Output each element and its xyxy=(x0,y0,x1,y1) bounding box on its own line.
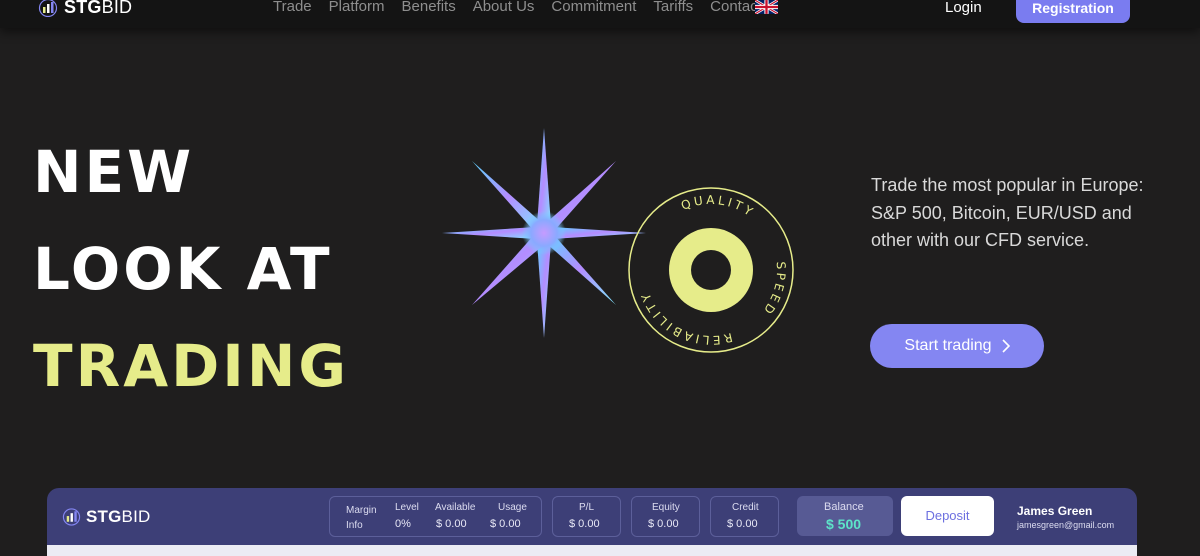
main-nav: Trade Platform Benefits About Us Commitm… xyxy=(273,0,786,15)
user-email: jamesgreen@gmail.com xyxy=(1017,520,1115,530)
chevron-right-icon xyxy=(1002,339,1010,353)
hero-headline-line-3: TRADING xyxy=(33,332,349,400)
equity-label: Equity xyxy=(652,502,680,513)
available-value: $ 0.00 xyxy=(436,518,467,530)
equity-box: Equity $ 0.00 xyxy=(631,496,700,537)
svg-text:QUALITY: QUALITY xyxy=(679,193,757,220)
hero-headline-line-2: LOOK AT xyxy=(33,235,333,303)
platform-preview-panel: STGBID Margin Info Level 0% Available $ … xyxy=(47,488,1137,556)
nav-platform[interactable]: Platform xyxy=(329,0,385,15)
brand-name: STGBID xyxy=(64,0,133,17)
seal-word-speed: SPEED xyxy=(759,261,788,319)
level-label: Level xyxy=(395,502,419,513)
panel-content-area xyxy=(47,545,1137,556)
nav-tariffs[interactable]: Tariffs xyxy=(653,0,693,15)
deposit-button[interactable]: Deposit xyxy=(901,496,994,536)
credit-label: Credit xyxy=(732,502,759,513)
brand-logo[interactable]: STGBID xyxy=(38,0,132,18)
registration-button[interactable]: Registration xyxy=(1016,0,1130,23)
panel-brand-logo: STGBID xyxy=(62,507,151,527)
start-trading-button[interactable]: Start trading xyxy=(870,324,1044,368)
nav-benefits[interactable]: Benefits xyxy=(402,0,456,15)
svg-text:SPEED: SPEED xyxy=(759,261,788,319)
margin-info-label-2: Info xyxy=(346,520,363,531)
nav-commitment[interactable]: Commitment xyxy=(551,0,636,15)
usage-label: Usage xyxy=(498,502,527,513)
login-link[interactable]: Login xyxy=(945,0,982,16)
quality-seal-graphic: QUALITY SPEED RELIABILITY xyxy=(628,187,794,353)
pl-box: P/L $ 0.00 xyxy=(552,496,621,537)
top-navbar: STGBID Trade Platform Benefits About Us … xyxy=(0,0,1200,28)
margin-info-box: Margin Info Level 0% Available $ 0.00 Us… xyxy=(329,496,542,537)
nav-about-us[interactable]: About Us xyxy=(473,0,535,15)
pl-label: P/L xyxy=(579,502,595,513)
bar-chart-logo-icon xyxy=(38,0,58,17)
equity-value: $ 0.00 xyxy=(648,518,679,530)
hero-headline-line-1: NEW xyxy=(33,138,195,206)
level-value: 0% xyxy=(395,518,411,530)
seal-word-quality: QUALITY xyxy=(679,193,757,220)
bar-chart-logo-icon xyxy=(62,508,81,526)
credit-box: Credit $ 0.00 xyxy=(710,496,779,537)
balance-box: Balance $ 500 xyxy=(797,496,893,536)
user-name: James Green xyxy=(1017,504,1093,518)
nav-trade[interactable]: Trade xyxy=(273,0,312,15)
uk-flag-icon[interactable] xyxy=(755,0,778,14)
start-trading-label: Start trading xyxy=(904,337,992,354)
available-label: Available xyxy=(435,502,476,513)
credit-value: $ 0.00 xyxy=(727,518,758,530)
usage-value: $ 0.00 xyxy=(490,518,521,530)
panel-brand-name: STGBID xyxy=(86,507,151,526)
balance-value: $ 500 xyxy=(826,516,862,532)
sparkle-star-graphic xyxy=(442,128,646,338)
pl-value: $ 0.00 xyxy=(569,518,600,530)
margin-info-label-1: Margin xyxy=(346,505,377,516)
balance-label: Balance xyxy=(824,501,864,513)
hero-description: Trade the most popular in Europe: S&P 50… xyxy=(871,175,1144,250)
